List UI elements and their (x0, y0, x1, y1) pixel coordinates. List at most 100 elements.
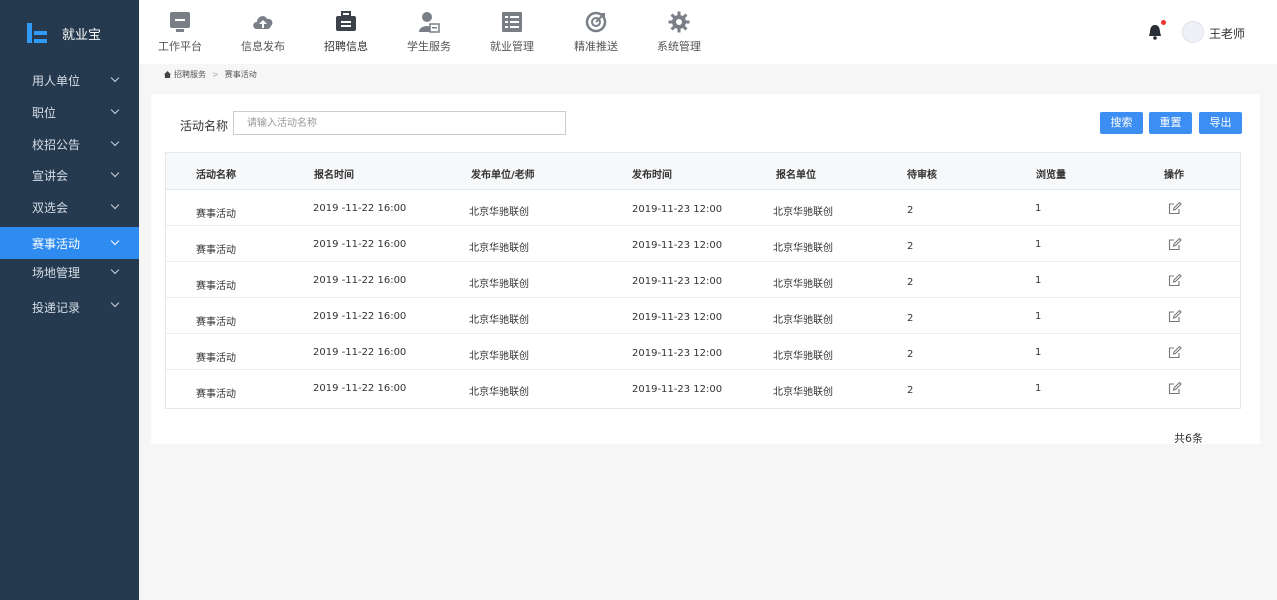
nav-item-label: 招聘信息 (324, 40, 368, 53)
home-icon (164, 71, 171, 78)
sidebar-item-label: 双选会 (32, 200, 69, 215)
table-cell: 2019 -11-22 16:00 (313, 347, 407, 358)
edit-icon[interactable] (1168, 201, 1182, 215)
table-cell: 赛事活动 (196, 317, 236, 328)
edit-icon[interactable] (1168, 237, 1182, 251)
chevron-down-icon (110, 236, 120, 246)
nav-item-precision-push[interactable]: 精准推送 (561, 11, 631, 54)
table-row: 赛事活动 2019 -11-22 16:00 北京华驰联创 2019-11-23 12… (166, 334, 1240, 370)
breadcrumb-item-current: 赛事活动 (224, 70, 257, 79)
table-cell: 2 (907, 385, 914, 396)
briefcase-icon (336, 11, 356, 31)
table-cell: 赛事活动 (196, 389, 236, 400)
table-cell: 北京华驰联创 (773, 351, 833, 362)
notification-dot (1161, 20, 1166, 25)
table-row: 赛事活动 2019 -11-22 16:00 北京华驰联创 2019-11-23 12… (166, 298, 1240, 334)
table-cell: 1 (1035, 275, 1042, 286)
table-cell: 2 (907, 313, 914, 324)
sidebar-item-employers[interactable]: 用人单位 (0, 64, 139, 96)
edit-icon[interactable] (1168, 345, 1182, 359)
column-header: 浏览量 (1036, 170, 1066, 181)
table-cell: 1 (1035, 203, 1042, 214)
chevron-down-icon (110, 265, 120, 275)
nav-item-recruitment[interactable]: 招聘信息 (311, 11, 381, 54)
sidebar-item-venues[interactable]: 场地管理 (0, 256, 139, 288)
chevron-down-icon (110, 105, 120, 115)
table-cell: 北京华驰联创 (469, 279, 529, 290)
export-button[interactable]: 导出 (1199, 112, 1242, 134)
app-title: 就业宝 (62, 27, 102, 43)
table-cell: 1 (1035, 311, 1042, 322)
nav-item-system-mgmt[interactable]: 系统管理 (644, 11, 714, 54)
sidebar-item-campus-notices[interactable]: 校招公告 (0, 128, 139, 160)
activity-table: 活动名称 报名时间 发布单位/老师 发布时间 报名单位 待审核 浏览量 操作 赛… (165, 152, 1241, 409)
nav-item-label: 学生服务 (407, 40, 451, 53)
table-cell: 2019 -11-22 16:00 (313, 311, 407, 322)
sidebar-item-label: 宣讲会 (32, 168, 69, 183)
sidebar: 就业宝 用人单位 职位 校招公告 宣讲会 双选会 赛事活动 场地管理 投递记录 (0, 0, 139, 600)
monitor-icon (170, 12, 190, 32)
table-row: 赛事活动 2019 -11-22 16:00 北京华驰联创 2019-11-23 12… (166, 370, 1240, 406)
sidebar-item-delivery-records[interactable]: 投递记录 (0, 291, 139, 323)
sidebar-item-job-fairs[interactable]: 双选会 (0, 191, 139, 223)
chevron-down-icon (110, 73, 120, 83)
table-cell: 赛事活动 (196, 245, 236, 256)
sidebar-item-label: 投递记录 (32, 300, 81, 315)
table-cell: 北京华驰联创 (773, 387, 833, 398)
breadcrumb-item[interactable]: 招聘服务 (174, 69, 206, 80)
reset-button[interactable]: 重置 (1149, 112, 1192, 134)
activity-name-input[interactable] (233, 111, 566, 135)
bell-icon[interactable] (1148, 24, 1162, 40)
table-cell: 北京华驰联创 (469, 207, 529, 218)
nav-item-workbench[interactable]: 工作平台 (145, 11, 215, 54)
sidebar-item-competitions[interactable]: 赛事活动 (0, 227, 139, 259)
column-header: 报名单位 (776, 170, 816, 181)
table-cell: 2 (907, 277, 914, 288)
table-cell: 1 (1035, 347, 1042, 358)
edit-icon[interactable] (1168, 381, 1182, 395)
edit-icon[interactable] (1168, 309, 1182, 323)
table-cell: 北京华驰联创 (469, 315, 529, 326)
table-cell: 北京华驰联创 (469, 351, 529, 362)
sidebar-item-label: 职位 (32, 105, 57, 120)
table-cell: 北京华驰联创 (469, 387, 529, 398)
table-header: 活动名称 报名时间 发布单位/老师 发布时间 报名单位 待审核 浏览量 操作 (166, 153, 1240, 190)
nav-item-label: 系统管理 (657, 40, 701, 53)
chevron-down-icon (110, 298, 120, 308)
breadcrumb-separator: > (212, 70, 219, 79)
column-header: 待审核 (907, 170, 937, 181)
table-cell: 北京华驰联创 (773, 207, 833, 218)
table-cell: 2019 -11-22 16:00 (313, 275, 407, 286)
table-cell: 2 (907, 205, 914, 216)
table-cell: 2 (907, 241, 914, 252)
avatar[interactable] (1182, 21, 1204, 43)
chevron-down-icon (110, 200, 120, 210)
app-logo[interactable]: 就业宝 (0, 0, 139, 66)
sidebar-item-seminars[interactable]: 宣讲会 (0, 159, 139, 191)
chevron-down-icon (110, 137, 120, 147)
target-icon (585, 11, 607, 33)
edit-icon[interactable] (1168, 273, 1182, 287)
table-cell: 2019-11-23 12:00 (632, 204, 723, 215)
nav-item-employment-mgmt[interactable]: 就业管理 (477, 11, 547, 54)
activity-name-label: 活动名称 (180, 119, 229, 133)
nav-item-publish[interactable]: 信息发布 (228, 11, 298, 54)
nav-item-student-services[interactable]: 学生服务 (394, 11, 464, 54)
user-name[interactable]: 王老师 (1209, 25, 1245, 42)
list-icon (502, 12, 522, 32)
logo-icon (27, 23, 47, 43)
student-icon (419, 12, 440, 33)
nav-item-label: 就业管理 (490, 40, 534, 53)
sidebar-item-label: 用人单位 (32, 73, 81, 88)
table-cell: 2019-11-23 12:00 (632, 348, 723, 359)
table-cell: 赛事活动 (196, 209, 236, 220)
sidebar-item-label: 场地管理 (32, 265, 81, 280)
sidebar-item-positions[interactable]: 职位 (0, 96, 139, 128)
table-row: 赛事活动 2019 -11-22 16:00 北京华驰联创 2019-11-23 12… (166, 226, 1240, 262)
table-cell: 2 (907, 349, 914, 360)
nav-item-label: 信息发布 (241, 40, 285, 53)
search-button[interactable]: 搜索 (1100, 112, 1143, 134)
column-header: 报名时间 (314, 170, 354, 181)
table-cell: 北京华驰联创 (773, 279, 833, 290)
table-cell: 2019-11-23 12:00 (632, 384, 723, 395)
